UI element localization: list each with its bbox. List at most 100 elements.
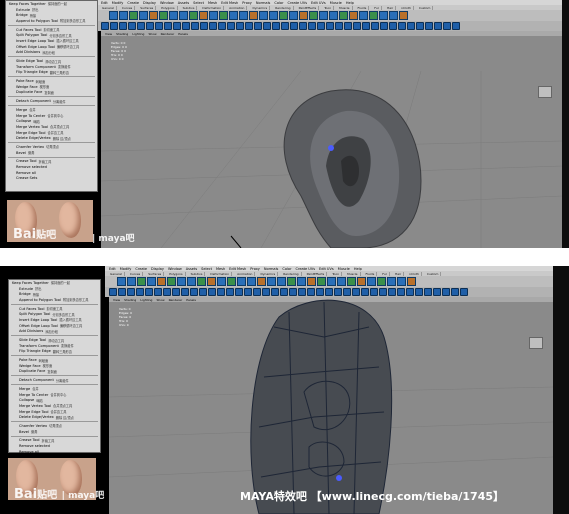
shelf-tool-icon[interactable] [217, 277, 226, 286]
status-tool-icon[interactable] [362, 22, 370, 30]
status-tool-icon[interactable] [272, 22, 280, 30]
shelf-tool-icon[interactable] [149, 11, 158, 20]
shelf-tool-icon[interactable] [177, 277, 186, 286]
shelf-tool-icon[interactable] [317, 277, 326, 286]
shelf-tool-icon[interactable] [197, 277, 206, 286]
menu-item[interactable]: Select [201, 267, 212, 271]
menu-item[interactable]: Add Divisions 添加分段 [6, 50, 97, 56]
status-tool-icon[interactable] [110, 22, 118, 30]
shelf-tool-icon[interactable] [229, 11, 238, 20]
status-tool-icon[interactable] [460, 288, 468, 296]
status-tool-icon[interactable] [326, 22, 334, 30]
status-tool-icon[interactable] [271, 288, 279, 296]
shelf-tool-icon[interactable] [369, 11, 378, 20]
menu-item[interactable]: Edit UVs [319, 267, 334, 271]
shelf-tab[interactable]: nCloth [407, 271, 422, 276]
menu-item[interactable]: Edit [109, 267, 116, 271]
status-tool-icon[interactable] [388, 288, 396, 296]
status-tool-icon[interactable] [308, 22, 316, 30]
shelf-tab[interactable]: Custom [425, 271, 442, 276]
shelf-tool-icon[interactable] [157, 277, 166, 286]
shelf-tab[interactable]: Toon [330, 271, 343, 276]
shelf-tab[interactable]: PaintEffects [305, 271, 328, 276]
menu-item[interactable]: Assets [186, 267, 197, 271]
shelf-tab[interactable]: Dynamics [250, 5, 271, 10]
status-tool-icon[interactable] [217, 288, 225, 296]
status-tool-icon[interactable] [353, 22, 361, 30]
shelf-tab[interactable]: Hair [385, 5, 397, 10]
menu-item[interactable]: Mesh [216, 267, 225, 271]
shelf-tab[interactable]: Custom [417, 5, 434, 10]
shelf-tool-icon[interactable] [329, 11, 338, 20]
status-tool-icon[interactable] [263, 22, 271, 30]
status-tool-icon[interactable] [209, 22, 217, 30]
shelf-tab[interactable]: Fur [372, 5, 382, 10]
status-tool-icon[interactable] [244, 288, 252, 296]
status-tool-icon[interactable] [298, 288, 306, 296]
status-tool-icon[interactable] [218, 22, 226, 30]
menu-item[interactable]: Create [127, 1, 139, 5]
status-tool-icon[interactable] [433, 288, 441, 296]
menu-item[interactable]: Assets [178, 1, 189, 5]
menu-item[interactable]: Create UVs [288, 1, 308, 5]
status-tool-icon[interactable] [119, 22, 127, 30]
shelf-tab[interactable]: Dynamics [258, 271, 279, 276]
shelf-tab[interactable]: Subdivs [181, 5, 198, 10]
shelf-tool-icon[interactable] [349, 11, 358, 20]
status-tool-icon[interactable] [425, 22, 433, 30]
shelf-tool-icon[interactable] [269, 11, 278, 20]
shelf-tool-icon[interactable] [359, 11, 368, 20]
shelf-tab[interactable]: Animation [235, 271, 256, 276]
shelf-tool-icon[interactable] [169, 11, 178, 20]
shelf-tab[interactable]: Fluids [356, 5, 370, 10]
status-tool-icon[interactable] [127, 288, 135, 296]
shelf-tab[interactable]: Fluids [364, 271, 378, 276]
shelf-tool-icon[interactable] [179, 11, 188, 20]
status-tool-icon[interactable] [191, 22, 199, 30]
status-tool-icon[interactable] [389, 22, 397, 30]
status-tool-icon[interactable] [163, 288, 171, 296]
shelf-tool-icon[interactable] [139, 11, 148, 20]
menu-item[interactable]: Detach Component 分离组件 [6, 98, 97, 104]
status-tool-icon[interactable] [370, 288, 378, 296]
status-tool-icon[interactable] [109, 288, 117, 296]
shelf-tab[interactable]: Toon [322, 5, 335, 10]
menu-item[interactable]: Modify [120, 267, 132, 271]
shelf-tool-icon[interactable] [267, 277, 276, 286]
shelf-tool-icon[interactable] [347, 277, 356, 286]
menu-item[interactable]: Edit Mesh [229, 267, 246, 271]
status-tool-icon[interactable] [307, 288, 315, 296]
menu-item[interactable]: Duplicate Face 复制面 [6, 90, 97, 96]
shelf-tab[interactable]: Surfaces [138, 5, 157, 10]
status-tool-icon[interactable] [227, 22, 235, 30]
shelf-tab[interactable]: General [100, 5, 117, 10]
menu-item[interactable]: Color [282, 267, 291, 271]
shelf-tool-icon[interactable] [309, 11, 318, 20]
menu-item[interactable]: Crease Sets [6, 176, 97, 182]
menu-item[interactable]: Edit UVs [311, 1, 326, 5]
status-tool-icon[interactable] [208, 288, 216, 296]
selected-vertex[interactable] [336, 475, 342, 481]
status-tool-icon[interactable] [317, 22, 325, 30]
shelf-tool-icon[interactable] [259, 11, 268, 20]
menu-item[interactable]: Normals [256, 1, 271, 5]
status-tool-icon[interactable] [154, 288, 162, 296]
shelf-tool-icon[interactable] [397, 277, 406, 286]
ear-wireframe-mesh[interactable] [250, 299, 393, 514]
shelf-tool-icon[interactable] [257, 277, 266, 286]
menu-item[interactable]: Delete Edge/Vertex 删除 边/顶点 [6, 135, 97, 141]
menu-item[interactable]: Bevel 倒角 [9, 429, 100, 435]
shelf-tool-icon[interactable] [319, 11, 328, 20]
ear-mesh[interactable] [283, 89, 422, 248]
status-tool-icon[interactable] [190, 288, 198, 296]
menu-item[interactable]: Select [193, 1, 204, 5]
status-tool-icon[interactable] [316, 288, 324, 296]
status-tool-icon[interactable] [371, 22, 379, 30]
shelf-tool-icon[interactable] [379, 11, 388, 20]
status-tool-icon[interactable] [155, 22, 163, 30]
status-tool-icon[interactable] [380, 22, 388, 30]
menu-item[interactable]: Display [151, 267, 164, 271]
shelf-tab[interactable]: Fur [380, 271, 390, 276]
status-tool-icon[interactable] [199, 288, 207, 296]
shelf-tool-icon[interactable] [327, 277, 336, 286]
